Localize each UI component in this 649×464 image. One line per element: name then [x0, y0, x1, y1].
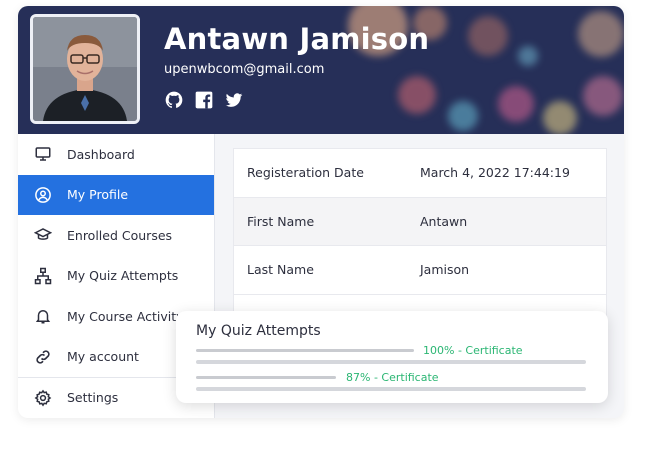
- sidebar-item-label: My Course Activity: [67, 308, 184, 324]
- graduation-cap-icon: [34, 228, 52, 241]
- attempt-bar-indicator: [196, 349, 414, 352]
- quiz-attempts-title: My Quiz Attempts: [196, 323, 321, 339]
- profile-header: Antawn Jamison upenwbcom@gmail.com: [18, 6, 624, 134]
- user-circle-icon: [35, 186, 51, 203]
- sidebar-item-label: Enrolled Courses: [67, 227, 173, 243]
- row-value: Antawn: [420, 213, 468, 229]
- bell-icon: [35, 310, 51, 324]
- sidebar-item-label: Settings: [67, 390, 119, 406]
- row-label: Last Name: [247, 262, 314, 278]
- quiz-attempt[interactable]: 100% - Certificate: [196, 344, 586, 370]
- quiz-attempts-card: My Quiz Attempts 100% - Certificate 87% …: [176, 311, 608, 403]
- row-value: Jamison: [420, 262, 470, 278]
- social-links: [164, 90, 244, 110]
- sidebar-item-label: My Quiz Attempts: [67, 268, 179, 284]
- table-row: Last Name Jamison: [234, 246, 606, 295]
- sidebar-item-label: My Profile: [67, 187, 129, 203]
- attempt-label: 87% - Certificate: [346, 371, 439, 384]
- monitor-icon: [35, 147, 51, 161]
- profile-name: Antawn Jamison: [164, 22, 430, 56]
- sidebar-item-enrolled-courses[interactable]: Enrolled Courses: [18, 215, 214, 256]
- sidebar-item-my-profile[interactable]: My Profile: [18, 174, 214, 215]
- github-icon[interactable]: [164, 90, 184, 110]
- attempt-label: 100% - Certificate: [423, 344, 523, 357]
- profile-email: upenwbcom@gmail.com: [164, 62, 325, 77]
- quiz-attempt[interactable]: 87% - Certificate: [196, 371, 586, 397]
- profile-details-table: Registeration Date March 4, 2022 17:44:1…: [233, 148, 607, 338]
- attempt-bar-indicator: [196, 376, 336, 379]
- link-icon: [36, 350, 50, 364]
- gear-icon: [34, 389, 52, 407]
- sidebar-item-quiz-attempts[interactable]: My Quiz Attempts: [18, 256, 214, 297]
- sitemap-icon: [34, 267, 52, 284]
- facebook-icon[interactable]: [194, 90, 214, 110]
- table-row: Registeration Date March 4, 2022 17:44:1…: [234, 149, 606, 198]
- row-label: First Name: [247, 213, 315, 229]
- row-value: March 4, 2022 17:44:19: [420, 165, 570, 181]
- sidebar-item-dashboard[interactable]: Dashboard: [18, 134, 214, 175]
- avatar: [30, 14, 140, 124]
- sidebar-item-label: Dashboard: [67, 146, 135, 162]
- sidebar-item-label: My account: [67, 349, 139, 365]
- attempt-progress-track: [196, 387, 586, 391]
- row-label: Registeration Date: [247, 165, 364, 181]
- attempt-progress-track: [196, 360, 586, 364]
- twitter-icon[interactable]: [224, 90, 244, 110]
- table-row: First Name Antawn: [234, 197, 606, 246]
